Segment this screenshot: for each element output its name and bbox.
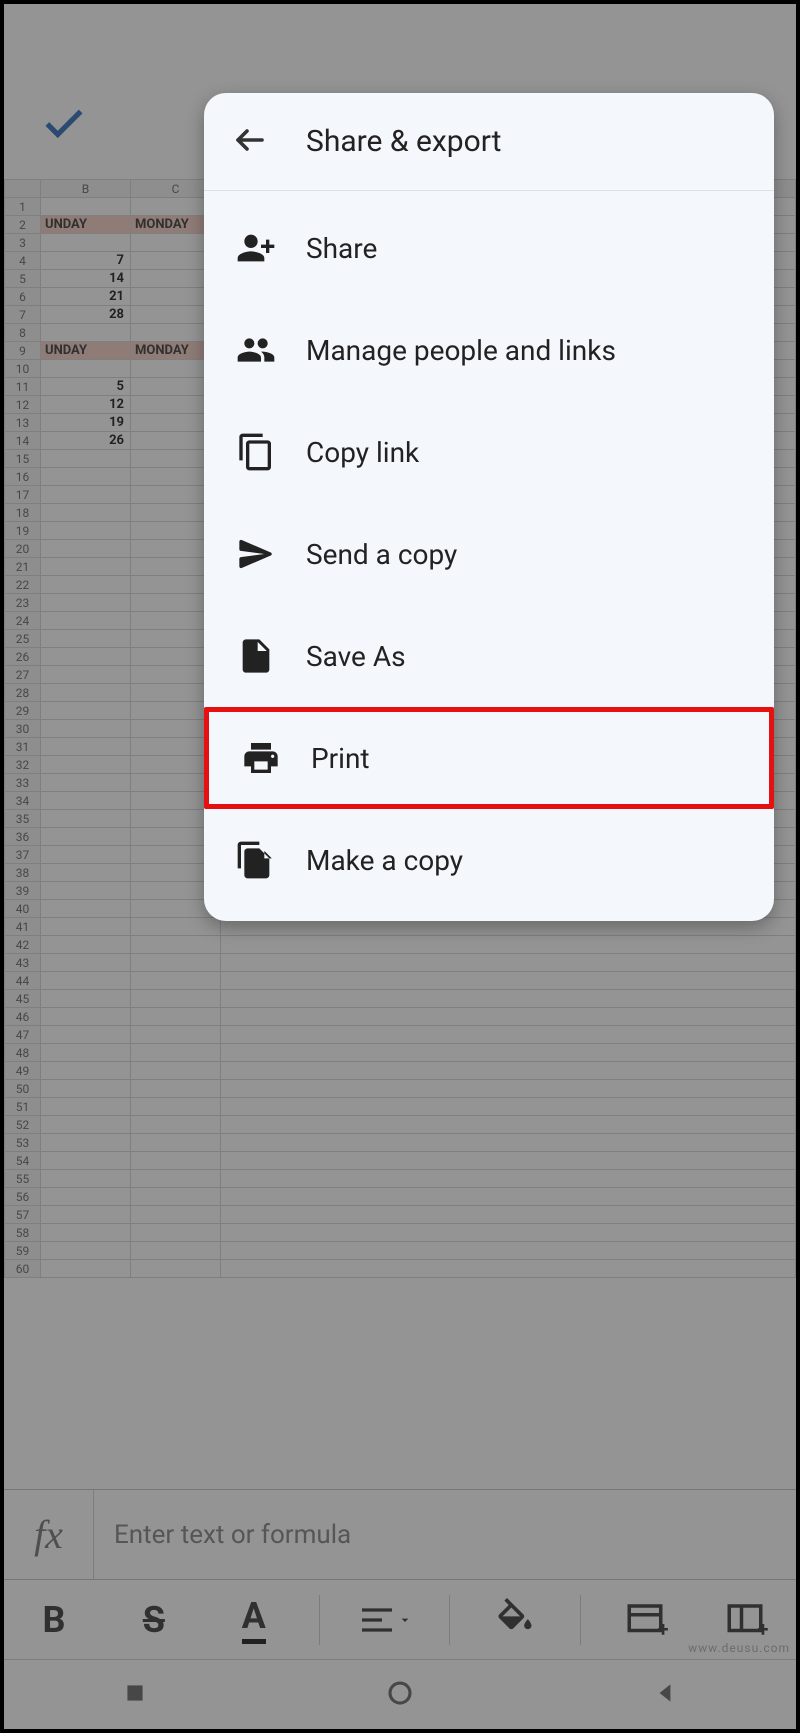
menu-title: Share & export (306, 124, 501, 159)
menu-item-label: Make a copy (306, 844, 463, 877)
menu-item-manage[interactable]: Manage people and links (204, 299, 774, 401)
people-icon (228, 330, 284, 370)
share-export-menu: Share & export Share Manage people and li… (204, 93, 774, 921)
menu-item-label: Send a copy (306, 538, 457, 571)
menu-item-share[interactable]: Share (204, 197, 774, 299)
menu-item-makecopy[interactable]: Make a copy (204, 809, 774, 911)
copy-icon (228, 432, 284, 472)
menu-item-label: Print (311, 742, 370, 775)
print-icon (233, 738, 289, 778)
menu-item-print[interactable]: Print (204, 707, 774, 809)
menu-item-label: Share (306, 232, 377, 265)
menu-item-saveas[interactable]: Save As (204, 605, 774, 707)
back-arrow-icon[interactable] (232, 122, 268, 162)
menu-item-label: Manage people and links (306, 334, 616, 367)
file-icon (228, 636, 284, 676)
menu-item-sendcopy[interactable]: Send a copy (204, 503, 774, 605)
menu-item-label: Save As (306, 640, 406, 673)
file-copy-icon (228, 840, 284, 880)
menu-items-list: Share Manage people and links Copy link Sen… (204, 191, 774, 921)
person-add-icon (228, 228, 284, 268)
send-icon (228, 534, 284, 574)
menu-header: Share & export (204, 93, 774, 191)
menu-item-copylink[interactable]: Copy link (204, 401, 774, 503)
menu-item-label: Copy link (306, 436, 419, 469)
